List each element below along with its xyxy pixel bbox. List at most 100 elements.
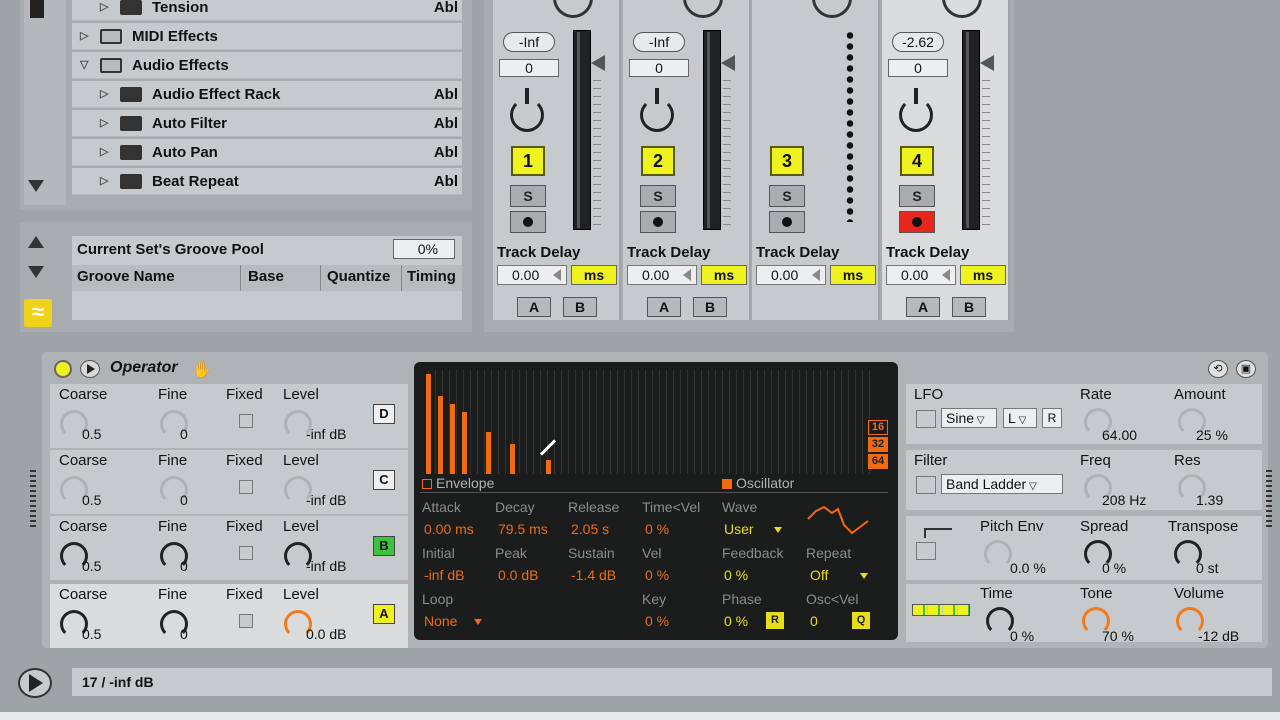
initial-value[interactable]: -inf dB bbox=[424, 567, 464, 583]
crossfade-a-button[interactable]: A bbox=[647, 297, 681, 317]
harmonic-slot[interactable] bbox=[617, 370, 618, 474]
track-activator[interactable]: 4 bbox=[900, 146, 934, 176]
harmonic-slot[interactable] bbox=[624, 370, 625, 474]
harmonic-slot[interactable] bbox=[526, 370, 527, 474]
harmonic-bar[interactable] bbox=[438, 396, 443, 474]
browser-item[interactable]: ▷ Auto Pan Abl bbox=[72, 139, 462, 166]
track-volume[interactable]: -2.62 bbox=[892, 32, 944, 52]
volume-fader-icon[interactable] bbox=[591, 55, 605, 71]
peak-value[interactable]: 0.0 dB bbox=[498, 567, 538, 583]
harmonic-slot[interactable] bbox=[862, 370, 863, 474]
oscillator-toggle[interactable] bbox=[722, 479, 732, 489]
harmonic-slot[interactable] bbox=[477, 370, 478, 474]
track-pan[interactable]: 0 bbox=[499, 59, 559, 77]
harmonic-slot[interactable] bbox=[687, 370, 688, 474]
track-volume[interactable]: -Inf bbox=[503, 32, 555, 52]
oscillator-select-button[interactable]: A bbox=[373, 604, 395, 624]
harmonic-slot[interactable] bbox=[498, 370, 499, 474]
collapse-icon[interactable]: ▽ bbox=[80, 52, 88, 79]
harmonic-slot[interactable] bbox=[533, 370, 534, 474]
device-resize-handle-right[interactable] bbox=[1266, 470, 1272, 530]
arm-button[interactable] bbox=[769, 211, 805, 233]
oscvel-value[interactable]: 0 bbox=[810, 613, 818, 629]
harmonic-bar[interactable] bbox=[546, 460, 551, 474]
harmonic-slot[interactable] bbox=[659, 370, 660, 474]
harmonic-slot[interactable] bbox=[841, 370, 842, 474]
device-title[interactable]: Operator bbox=[110, 359, 178, 377]
fixed-checkbox[interactable] bbox=[239, 546, 253, 560]
harmonic-size-16[interactable]: 16 bbox=[868, 420, 888, 435]
scroll-down-icon[interactable] bbox=[28, 180, 44, 192]
groove-up-icon[interactable] bbox=[28, 236, 44, 248]
sustain-value[interactable]: -1.4 dB bbox=[571, 567, 616, 583]
delay-unit-button[interactable]: ms bbox=[960, 265, 1006, 285]
release-value[interactable]: 2.05 s bbox=[571, 521, 609, 537]
harmonic-size-64[interactable]: 64 bbox=[868, 454, 888, 469]
fixed-checkbox[interactable] bbox=[239, 614, 253, 628]
track-pan[interactable]: 0 bbox=[629, 59, 689, 77]
oscillator-select-button[interactable]: D bbox=[373, 404, 395, 424]
harmonic-slot[interactable] bbox=[575, 370, 576, 474]
harmonic-slot[interactable] bbox=[456, 370, 457, 474]
expand-icon[interactable]: ▷ bbox=[80, 23, 88, 50]
harmonic-slot[interactable] bbox=[568, 370, 569, 474]
harmonic-slot[interactable] bbox=[631, 370, 632, 474]
harmonic-slot[interactable] bbox=[470, 370, 471, 474]
browser-item[interactable]: ▷ Tension Abl bbox=[72, 0, 462, 21]
harmonic-slot[interactable] bbox=[694, 370, 695, 474]
phase-value[interactable]: 0 % bbox=[724, 613, 748, 629]
harmonic-slot[interactable] bbox=[834, 370, 835, 474]
device-resize-handle[interactable] bbox=[30, 470, 36, 530]
groove-col-quantize[interactable]: Quantize bbox=[327, 268, 390, 285]
loop-dropdown-icon[interactable] bbox=[474, 619, 482, 625]
feedback-value[interactable]: 0 % bbox=[724, 567, 748, 583]
attack-value[interactable]: 0.00 ms bbox=[424, 521, 474, 537]
harmonic-slot[interactable] bbox=[771, 370, 772, 474]
filter-type-select[interactable]: Band Ladder ▽ bbox=[941, 474, 1063, 494]
timevel-value[interactable]: 0 % bbox=[645, 521, 669, 537]
arm-button[interactable] bbox=[899, 211, 935, 233]
harmonic-slot[interactable] bbox=[820, 370, 821, 474]
harmonic-bar[interactable] bbox=[426, 374, 431, 474]
crossfade-a-button[interactable]: A bbox=[906, 297, 940, 317]
harmonic-slot[interactable] bbox=[561, 370, 562, 474]
arm-button[interactable] bbox=[510, 211, 546, 233]
browser-item[interactable]: ▷ Audio Effect Rack Abl bbox=[72, 81, 462, 108]
groove-down-icon[interactable] bbox=[28, 266, 44, 278]
harmonic-slot[interactable] bbox=[778, 370, 779, 474]
harmonic-slot[interactable] bbox=[722, 370, 723, 474]
harmonic-slot[interactable] bbox=[813, 370, 814, 474]
harmonic-slot[interactable] bbox=[729, 370, 730, 474]
harmonics-editor[interactable] bbox=[420, 366, 870, 474]
expand-icon[interactable]: ▷ bbox=[100, 0, 108, 21]
expand-icon[interactable]: ▷ bbox=[100, 168, 108, 195]
vel-value[interactable]: 0 % bbox=[645, 567, 669, 583]
lfo-range-select[interactable]: L ▽ bbox=[1003, 408, 1037, 428]
solo-button[interactable]: S bbox=[769, 185, 805, 207]
arm-button[interactable] bbox=[640, 211, 676, 233]
harmonic-slot[interactable] bbox=[582, 370, 583, 474]
harmonic-slot[interactable] bbox=[589, 370, 590, 474]
harmonic-slot[interactable] bbox=[764, 370, 765, 474]
harmonic-slot[interactable] bbox=[680, 370, 681, 474]
oscillator-select-button[interactable]: C bbox=[373, 470, 395, 490]
harmonic-slot[interactable] bbox=[610, 370, 611, 474]
harmonic-slot[interactable] bbox=[799, 370, 800, 474]
harmonic-slot[interactable] bbox=[519, 370, 520, 474]
key-value[interactable]: 0 % bbox=[645, 613, 669, 629]
loop-value[interactable]: None bbox=[424, 613, 457, 629]
crossfade-b-button[interactable]: B bbox=[952, 297, 986, 317]
harmonic-slot[interactable] bbox=[827, 370, 828, 474]
filter-enable-checkbox[interactable] bbox=[916, 476, 936, 494]
browser-item[interactable]: ▷ MIDI Effects bbox=[72, 23, 462, 50]
harmonic-slot[interactable] bbox=[652, 370, 653, 474]
phase-retrig-button[interactable]: R bbox=[766, 612, 784, 629]
harmonic-slot[interactable] bbox=[757, 370, 758, 474]
envelope-toggle[interactable] bbox=[422, 479, 432, 489]
harmonic-slot[interactable] bbox=[743, 370, 744, 474]
algorithm-icon[interactable] bbox=[912, 604, 970, 616]
harmonic-slot[interactable] bbox=[505, 370, 506, 474]
repeat-dropdown-icon[interactable] bbox=[860, 573, 868, 579]
lfo-wave-select[interactable]: Sine ▽ bbox=[941, 408, 997, 428]
track-volume[interactable]: -Inf bbox=[633, 32, 685, 52]
